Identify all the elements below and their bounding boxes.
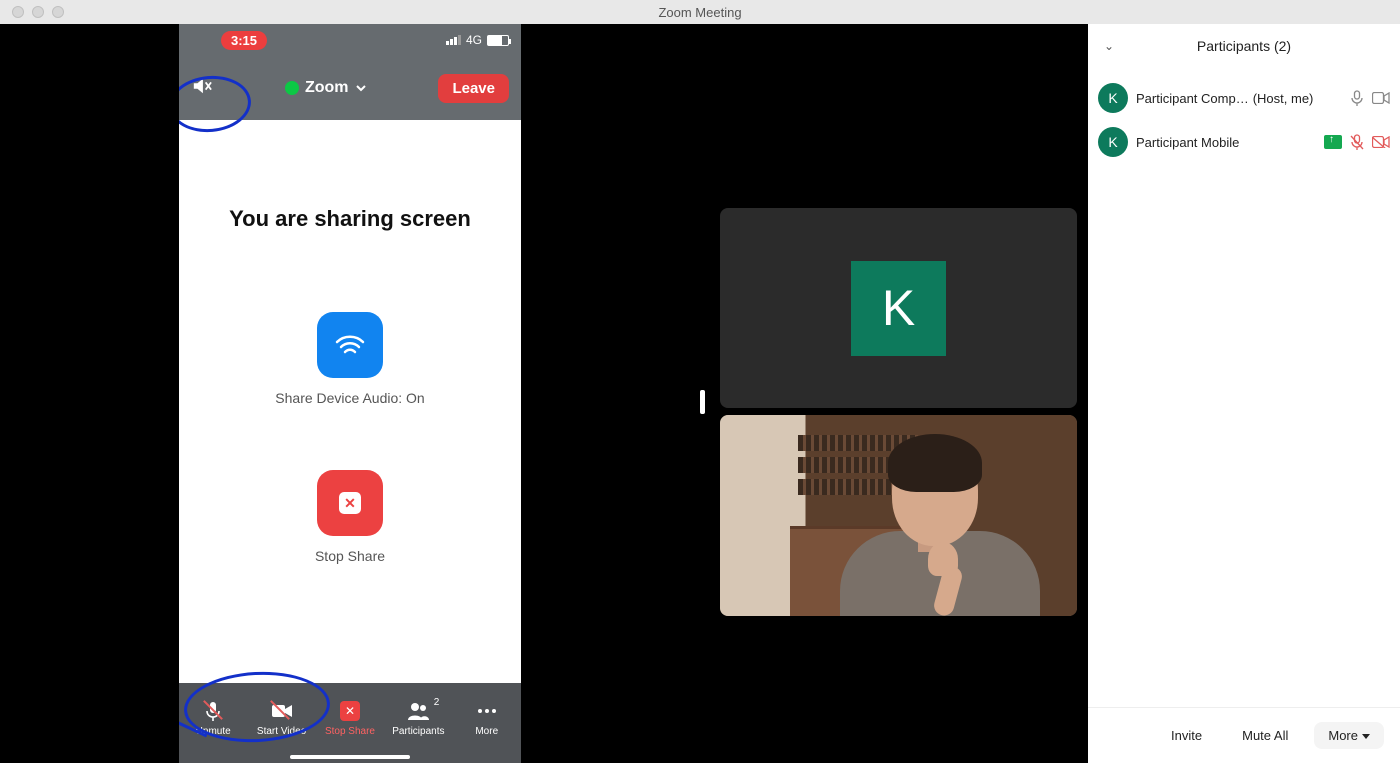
sharing-headline: You are sharing screen bbox=[229, 206, 471, 232]
phone-header-title[interactable]: Zoom bbox=[285, 79, 367, 97]
microphone-icon bbox=[1348, 91, 1366, 105]
participant-row[interactable]: K Participant Comp… (Host, me) bbox=[1098, 76, 1390, 120]
toolbar-participants-label: Participants bbox=[392, 726, 444, 737]
recording-time-pill: 3:15 bbox=[221, 31, 267, 50]
camera-off-icon bbox=[271, 700, 293, 722]
collapse-panel-icon[interactable]: ⌄ bbox=[1104, 39, 1114, 53]
video-tile-remote-avatar[interactable]: K bbox=[720, 208, 1077, 408]
participants-footer: Invite Mute All More bbox=[1088, 707, 1400, 763]
window-titlebar: Zoom Meeting bbox=[0, 0, 1400, 24]
wifi-icon bbox=[335, 334, 365, 356]
speaker-muted-icon[interactable] bbox=[191, 76, 213, 101]
participant-name: Participant Mobile bbox=[1136, 135, 1239, 150]
app-name: Zoom bbox=[305, 79, 349, 97]
participant-row[interactable]: K Participant Mobile bbox=[1098, 120, 1390, 164]
leave-button[interactable]: Leave bbox=[438, 74, 509, 103]
toolbar-more[interactable]: More bbox=[456, 700, 518, 737]
screen-sharing-badge-icon bbox=[1324, 135, 1342, 149]
participants-icon: 2 bbox=[407, 700, 429, 722]
minimize-window-icon[interactable] bbox=[32, 6, 44, 18]
stop-square-icon: ✕ bbox=[339, 492, 361, 514]
toolbar-start-video[interactable]: Start Video bbox=[251, 700, 313, 737]
stop-share-icon: ✕ bbox=[340, 700, 360, 722]
participants-title: Participants (2) bbox=[1197, 38, 1291, 54]
mute-all-button[interactable]: Mute All bbox=[1228, 722, 1302, 749]
participants-header: ⌄ Participants (2) bbox=[1088, 24, 1400, 68]
phone-status-bar: 3:15 4G bbox=[179, 24, 521, 56]
toolbar-participants[interactable]: 2 Participants bbox=[387, 700, 449, 737]
signal-bars-icon bbox=[446, 35, 461, 45]
phone-network-status: 4G bbox=[446, 33, 509, 47]
stop-share-label: Stop Share bbox=[315, 548, 385, 564]
video-tile-self[interactable] bbox=[720, 415, 1077, 616]
microphone-muted-icon bbox=[1348, 135, 1366, 149]
phone-zoom-header: Zoom Leave bbox=[179, 56, 521, 120]
more-dots-icon bbox=[477, 700, 497, 722]
close-window-icon[interactable] bbox=[12, 6, 24, 18]
active-speaker-indicator bbox=[700, 390, 705, 414]
panel-more-button[interactable]: More bbox=[1314, 722, 1384, 749]
home-indicator bbox=[290, 755, 410, 759]
participants-panel: ⌄ Participants (2) K Participant Comp… (… bbox=[1088, 24, 1400, 763]
maximize-window-icon[interactable] bbox=[52, 6, 64, 18]
participant-avatar: K bbox=[1098, 127, 1128, 157]
share-device-audio-button[interactable] bbox=[317, 312, 383, 378]
microphone-muted-icon bbox=[204, 700, 222, 722]
participant-name: Participant Comp… bbox=[1136, 91, 1249, 106]
window-title: Zoom Meeting bbox=[658, 5, 741, 20]
meeting-stage: 3:15 4G Zoom bbox=[0, 24, 1088, 763]
participant-role: (Host, me) bbox=[1253, 91, 1314, 106]
participants-count-badge: 2 bbox=[434, 697, 440, 708]
chevron-down-icon bbox=[355, 82, 367, 94]
phone-share-body: You are sharing screen Share Device Audi… bbox=[179, 120, 521, 683]
phone-meeting-toolbar: Unmute Start Video ✕ Stop Share 2 bbox=[179, 683, 521, 763]
network-label: 4G bbox=[466, 33, 482, 47]
toolbar-more-label: More bbox=[475, 726, 498, 737]
traffic-lights bbox=[0, 6, 64, 18]
shared-screen-phone: 3:15 4G Zoom bbox=[179, 24, 521, 763]
toolbar-stop-share[interactable]: ✕ Stop Share bbox=[319, 700, 381, 737]
avatar-initial: K bbox=[851, 261, 946, 356]
camera-icon bbox=[1372, 91, 1390, 105]
participants-list: K Participant Comp… (Host, me) K bbox=[1088, 68, 1400, 707]
battery-icon bbox=[487, 35, 509, 46]
share-device-audio-label: Share Device Audio: On bbox=[275, 390, 424, 406]
encryption-shield-icon bbox=[285, 81, 299, 95]
camera-off-icon bbox=[1372, 135, 1390, 149]
invite-button[interactable]: Invite bbox=[1157, 722, 1216, 749]
stop-share-button[interactable]: ✕ bbox=[317, 470, 383, 536]
toolbar-start-video-label: Start Video bbox=[257, 726, 306, 737]
self-video-feed bbox=[720, 415, 1077, 616]
toolbar-stop-share-label: Stop Share bbox=[325, 726, 375, 737]
participant-avatar: K bbox=[1098, 83, 1128, 113]
